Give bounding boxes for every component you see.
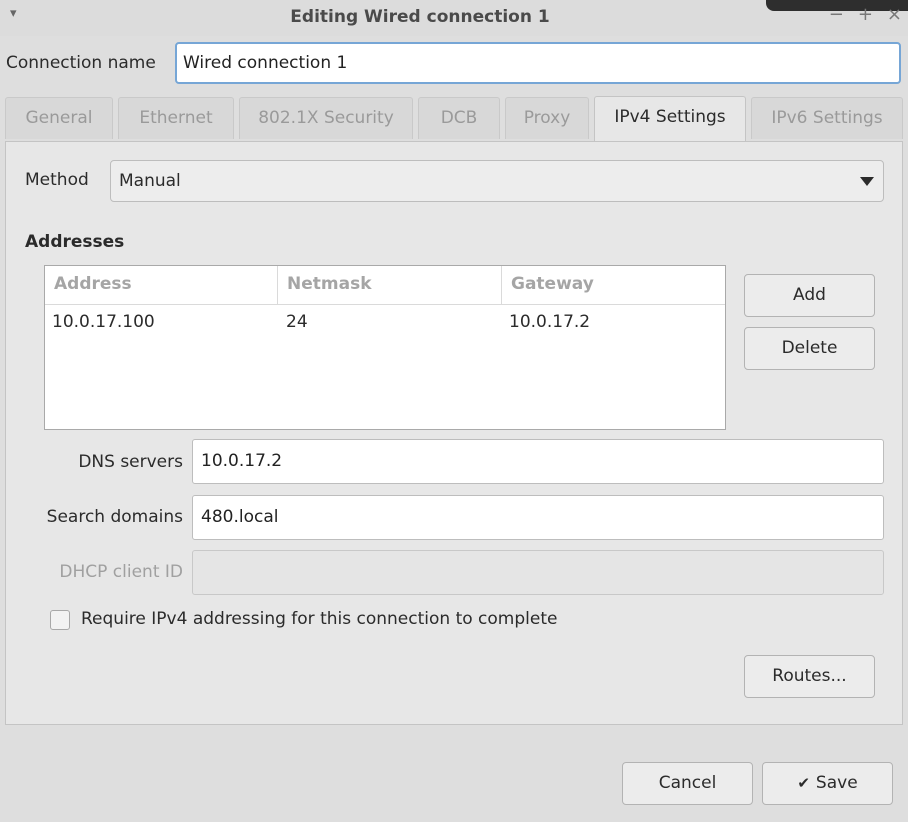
method-value: Manual bbox=[119, 171, 181, 191]
ipv4-settings-panel: Method Manual Addresses Address Netmask … bbox=[5, 141, 903, 725]
add-address-button[interactable]: Add bbox=[744, 274, 875, 317]
cancel-button[interactable]: Cancel bbox=[622, 762, 753, 805]
method-select[interactable]: Manual bbox=[110, 160, 884, 202]
dns-servers-input[interactable]: 10.0.17.2 bbox=[192, 439, 884, 484]
cell-address[interactable]: 10.0.17.100 bbox=[52, 312, 155, 332]
search-domains-input[interactable]: 480.local bbox=[192, 495, 884, 540]
window-controls: − + × bbox=[829, 4, 902, 25]
column-header-gateway[interactable]: Gateway bbox=[501, 266, 725, 304]
tab-8021x-security[interactable]: 802.1X Security bbox=[239, 97, 413, 139]
tab-proxy[interactable]: Proxy bbox=[505, 97, 589, 139]
require-ipv4-checkbox[interactable] bbox=[50, 610, 70, 630]
column-header-netmask[interactable]: Netmask bbox=[277, 266, 501, 304]
routes-button[interactable]: Routes... bbox=[744, 655, 875, 698]
maximize-icon[interactable]: + bbox=[858, 4, 873, 25]
require-ipv4-label[interactable]: Require IPv4 addressing for this connect… bbox=[81, 609, 557, 629]
connection-name-input[interactable] bbox=[175, 42, 901, 84]
method-label: Method bbox=[25, 170, 89, 190]
search-domains-label: Search domains bbox=[46, 507, 183, 527]
window-title: Editing Wired connection 1 bbox=[290, 7, 550, 27]
dropdown-arrow-icon bbox=[860, 177, 874, 186]
tab-ethernet[interactable]: Ethernet bbox=[118, 97, 234, 139]
addresses-table[interactable]: Address Netmask Gateway 10.0.17.100 24 1… bbox=[44, 265, 726, 430]
tab-dcb[interactable]: DCB bbox=[418, 97, 500, 139]
tab-ipv6-settings[interactable]: IPv6 Settings bbox=[751, 97, 903, 139]
close-icon[interactable]: × bbox=[887, 4, 902, 25]
cell-gateway[interactable]: 10.0.17.2 bbox=[509, 312, 590, 332]
dns-servers-label: DNS servers bbox=[78, 452, 183, 472]
connection-name-label: Connection name bbox=[6, 53, 156, 73]
dhcp-client-id-label: DHCP client ID bbox=[59, 562, 183, 582]
save-button[interactable]: ✔ Save bbox=[762, 762, 893, 805]
save-button-label: Save bbox=[815, 773, 858, 793]
table-header: Address Netmask Gateway bbox=[45, 266, 725, 305]
tab-ipv4-settings[interactable]: IPv4 Settings bbox=[594, 96, 746, 141]
cell-netmask[interactable]: 24 bbox=[286, 312, 308, 332]
delete-address-button[interactable]: Delete bbox=[744, 327, 875, 370]
checkmark-icon: ✔ bbox=[797, 774, 810, 792]
dhcp-client-id-input bbox=[192, 550, 884, 595]
column-header-address[interactable]: Address bbox=[45, 266, 277, 304]
title-bar: ▾ Editing Wired connection 1 − + × bbox=[0, 0, 908, 36]
tab-general[interactable]: General bbox=[5, 97, 113, 139]
addresses-heading: Addresses bbox=[25, 232, 125, 252]
minimize-icon[interactable]: − bbox=[829, 4, 844, 25]
